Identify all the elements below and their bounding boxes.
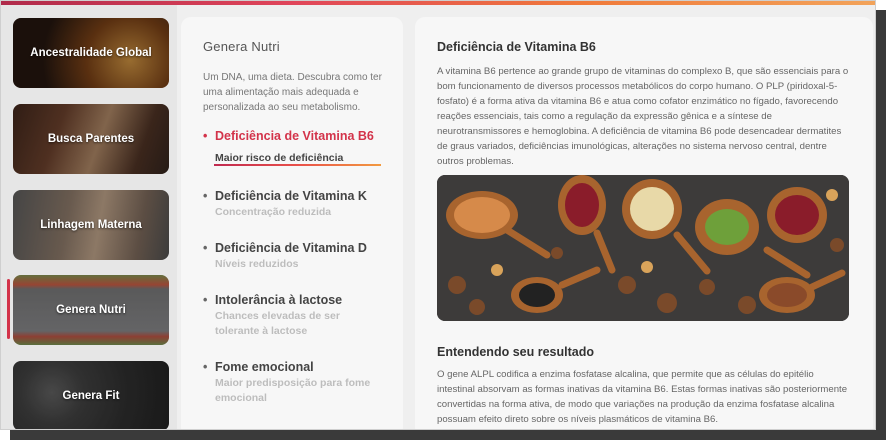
sidebar-item-ancestralidade-global[interactable]: Ancestralidade Global — [13, 18, 169, 88]
result-item-vitamina-d[interactable]: Deficiência de Vitamina D Níveis reduzid… — [203, 241, 393, 272]
result-item-title: Deficiência de Vitamina K — [203, 189, 393, 203]
result-item-subtitle: Níveis reduzidos — [215, 258, 299, 270]
result-item-fome-emocional[interactable]: Fome emocional Maior predisposição para … — [203, 360, 393, 406]
section-title: Entendendo seu resultado — [437, 345, 594, 359]
sidebar-item-label: Busca Parentes — [47, 133, 135, 145]
result-item-title: Deficiência de Vitamina B6 — [203, 129, 393, 143]
sidebar-item-label: Ancestralidade Global — [30, 47, 152, 59]
detail-panel: Deficiência de Vitamina B6 A vitamina B6… — [415, 17, 873, 429]
result-item-title: Fome emocional — [203, 360, 393, 374]
detail-title: Deficiência de Vitamina B6 — [437, 40, 596, 54]
food-spoons-photo — [437, 175, 849, 321]
sidebar-item-genera-nutri[interactable]: Genera Nutri — [13, 275, 169, 345]
section-body: O gene ALPL codifica a enzima fosfatase … — [437, 369, 848, 425]
sidebar-item-linhagem-materna[interactable]: Linhagem Materna — [13, 190, 169, 260]
sidebar-item-label: Genera Fit — [62, 390, 120, 402]
result-item-title: Intolerância à lactose — [203, 293, 393, 307]
result-item-title: Deficiência de Vitamina D — [203, 241, 393, 255]
active-underline — [214, 164, 381, 166]
result-item-intolerancia-lactose[interactable]: Intolerância à lactose Chances elevadas … — [203, 293, 393, 339]
food-illustration — [437, 175, 849, 321]
app-window: Ancestralidade Global Busca Parentes Lin… — [0, 0, 876, 430]
result-item-subtitle: Maior predisposição para fome emocional — [215, 377, 371, 404]
result-item-vitamina-b6[interactable]: Deficiência de Vitamina B6 Maior risco d… — [203, 129, 393, 166]
panel-intro: Um DNA, uma dieta. Descubra como ter uma… — [203, 72, 382, 113]
active-item-indicator — [7, 279, 10, 339]
result-item-subtitle: Concentração reduzida — [215, 206, 332, 218]
nutri-panel: Genera Nutri Um DNA, uma dieta. Descubra… — [181, 17, 403, 429]
sidebar-item-genera-fit[interactable]: Genera Fit — [13, 361, 169, 429]
sidebar-item-busca-parentes[interactable]: Busca Parentes — [13, 104, 169, 174]
panel-title: Genera Nutri — [203, 39, 280, 54]
result-item-subtitle: Chances elevadas de ser tolerante à lact… — [215, 310, 340, 337]
result-item-vitamina-k[interactable]: Deficiência de Vitamina K Concentração r… — [203, 189, 393, 220]
sidebar: Ancestralidade Global Busca Parentes Lin… — [1, 5, 177, 429]
sidebar-item-label: Genera Nutri — [56, 304, 126, 316]
detail-body: A vitamina B6 pertence ao grande grupo d… — [437, 66, 849, 167]
sidebar-item-label: Linhagem Materna — [40, 219, 142, 231]
